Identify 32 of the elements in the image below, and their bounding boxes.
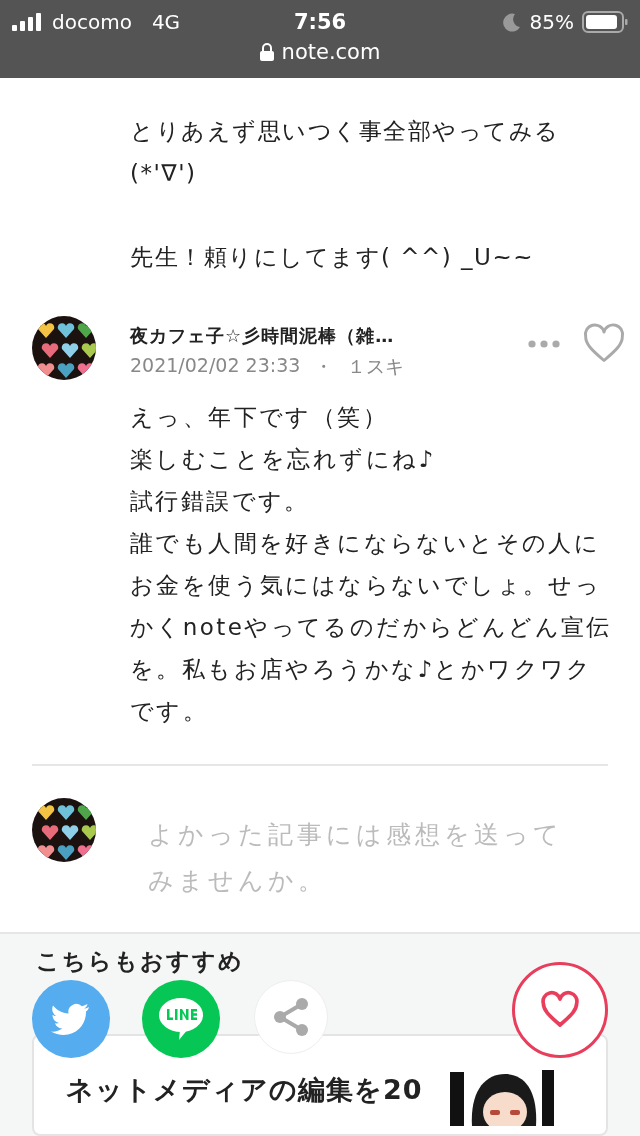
section-title: こちらもおすすめ [35, 947, 244, 976]
bird-icon [51, 1002, 91, 1036]
comment-text: を。私もお店やろうかな♪とかワクワク [130, 655, 594, 684]
comment-text: (*'∇') [130, 159, 198, 188]
heart-icon [540, 990, 580, 1030]
comment-text: かくnoteやってるのだからどんどん宣伝 [130, 613, 613, 642]
like-count: １スキ [347, 354, 405, 379]
more-icon [528, 340, 560, 348]
separator-dot: ・ [314, 354, 334, 379]
moon-icon [501, 12, 522, 32]
author-name[interactable]: 夜カフェ子☆彡時間泥棒（雑… [130, 324, 528, 348]
comment-text: とりあえず思いつく事全部やってみる [130, 117, 561, 146]
more-button[interactable] [528, 338, 560, 350]
comment-text: です。 [130, 697, 210, 726]
comment-text: 先生！頼りにしてます( ^^) _U~~ [130, 243, 535, 272]
comment-date: 2021/02/02 23:33 [130, 354, 301, 378]
url-text[interactable]: note.com [281, 40, 381, 64]
article-title[interactable]: ネットメディアの編集を20 [66, 1071, 423, 1134]
chat-bubble-icon [158, 997, 204, 1041]
comment-text: 試行錯誤です。 [130, 487, 311, 516]
battery-percent: 85% [529, 10, 574, 34]
article-card[interactable]: ネットメディアの編集を20 [32, 1033, 608, 1136]
carrier-name: docomo [52, 10, 132, 34]
share-icon [272, 997, 310, 1037]
battery-icon [582, 11, 628, 33]
comment-text: 誰でも人間を好きにならないとその人に [130, 529, 602, 558]
clock: 7:56 [293, 10, 347, 34]
comment-text: 楽しむことを忘れずにね♪ [130, 445, 437, 474]
comment-text: お金を使う気にはならないでしょ。せっ [130, 571, 603, 600]
comment-text: えっ、年下です（笑） [130, 403, 389, 432]
network-type: 4G [151, 10, 181, 34]
lock-icon [259, 43, 274, 61]
